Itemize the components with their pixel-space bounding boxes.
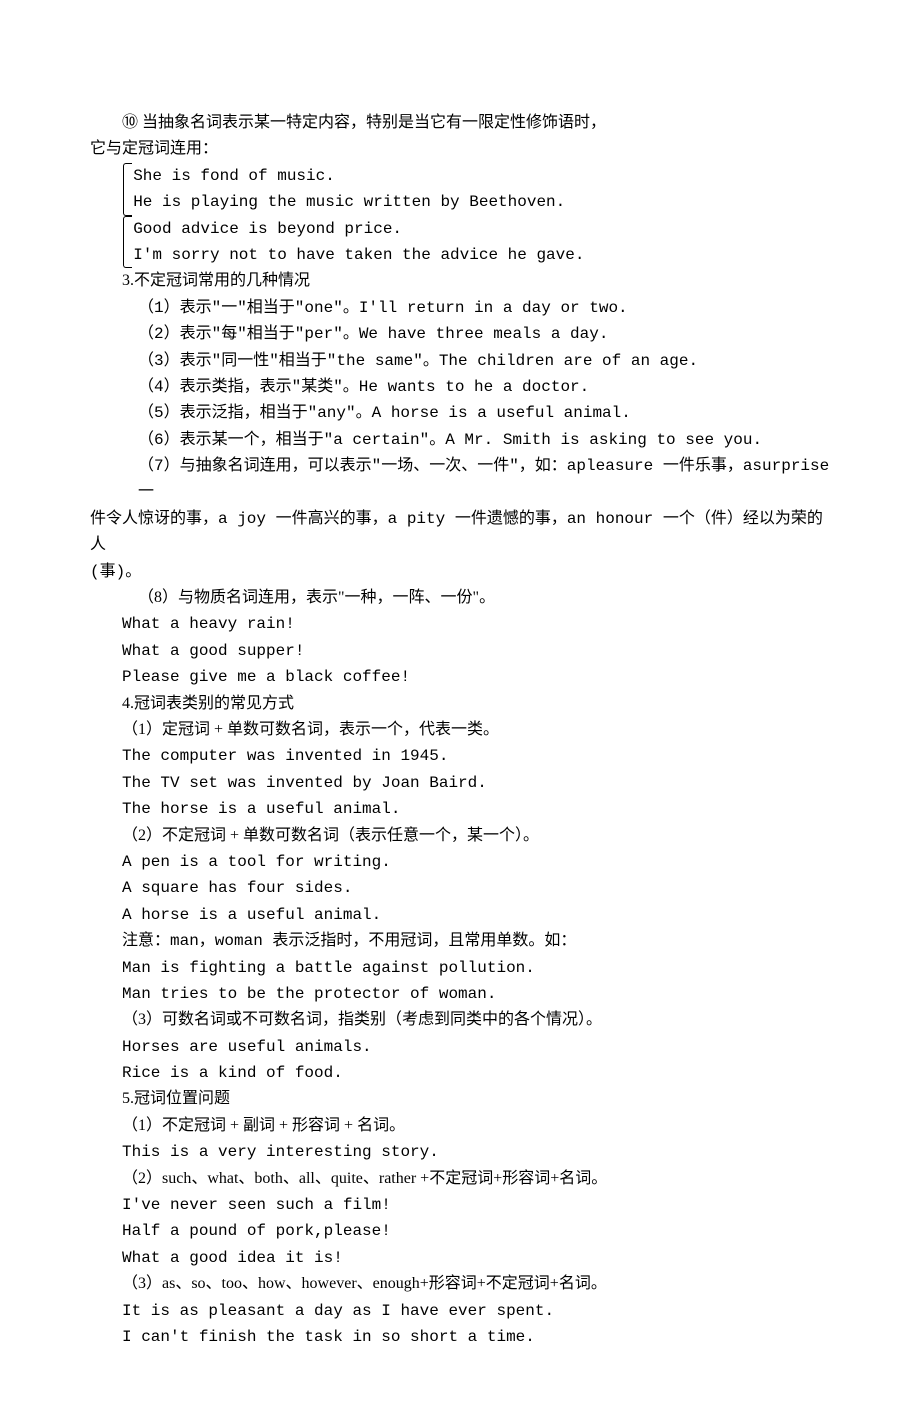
section-title: 5.冠词位置问题 xyxy=(90,1086,830,1112)
paragraph-text: ⑩ 当抽象名词表示某一特定内容，特别是当它有一限定性修饰语时， xyxy=(90,110,830,136)
example-line: What a heavy rain! xyxy=(90,611,830,637)
list-item: 件令人惊讶的事，a joy 一件高兴的事，a pity 一件遗憾的事，an ho… xyxy=(90,506,830,559)
example-line: The horse is a useful animal. xyxy=(90,796,830,822)
example-line: A pen is a tool for writing. xyxy=(90,849,830,875)
example-line: Good advice is beyond price. xyxy=(128,216,830,242)
list-item: （3）可数名词或不可数名词，指类别（考虑到同类中的各个情况）。 xyxy=(90,1007,830,1033)
example-line: The computer was invented in 1945. xyxy=(90,743,830,769)
example-line: He is playing the music written by Beeth… xyxy=(128,189,830,215)
example-line: A horse is a useful animal. xyxy=(90,902,830,928)
list-item: （2）表示"每"相当于"per"。We have three meals a d… xyxy=(90,321,830,347)
left-brace-icon xyxy=(123,163,132,216)
example-line: She is fond of music. xyxy=(128,163,830,189)
brace-group-2: Good advice is beyond price. I'm sorry n… xyxy=(128,216,830,269)
example-line: What a good supper! xyxy=(90,638,830,664)
list-item: （5）表示泛指，相当于"any"。A horse is a useful ani… xyxy=(90,400,830,426)
list-item: （2）such、what、both、all、quite、rather +不定冠词… xyxy=(90,1166,830,1192)
list-item: （1）不定冠词 + 副词 + 形容词 + 名词。 xyxy=(90,1113,830,1139)
list-item: （6）表示某一个，相当于"a certain"。A Mr. Smith is a… xyxy=(90,427,830,453)
paragraph-text: 它与定冠词连用： xyxy=(90,136,830,162)
section-title: 4.冠词表类别的常见方式 xyxy=(90,691,830,717)
example-line: This is a very interesting story. xyxy=(90,1139,830,1165)
list-item: （2）不定冠词 + 单数可数名词（表示任意一个，某一个）。 xyxy=(90,823,830,849)
example-line: Please give me a black coffee! xyxy=(90,664,830,690)
example-line: The TV set was invented by Joan Baird. xyxy=(90,770,830,796)
brace-group-1: She is fond of music. He is playing the … xyxy=(128,163,830,216)
example-line: Half a pound of pork,please! xyxy=(90,1218,830,1244)
list-item: （1）表示"一"相当于"one"。I'll return in a day or… xyxy=(90,295,830,321)
example-line: Man tries to be the protector of woman. xyxy=(90,981,830,1007)
list-item: （8）与物质名词连用，表示"一种，一阵、一份"。 xyxy=(90,585,830,611)
section-title: 3.不定冠词常用的几种情况 xyxy=(90,268,830,294)
example-line: I can't finish the task in so short a ti… xyxy=(90,1324,830,1350)
list-item: （3）as、so、too、how、however、enough+形容词+不定冠词… xyxy=(90,1271,830,1297)
example-line: A square has four sides. xyxy=(90,875,830,901)
example-line: Rice is a kind of food. xyxy=(90,1060,830,1086)
example-line: I've never seen such a film! xyxy=(90,1192,830,1218)
list-item: （4）表示类指，表示"某类"。He wants to he a doctor. xyxy=(90,374,830,400)
example-line: I'm sorry not to have taken the advice h… xyxy=(128,242,830,268)
example-line: Man is fighting a battle against polluti… xyxy=(90,955,830,981)
list-item: （3）表示"同一性"相当于"the same"。The children are… xyxy=(90,348,830,374)
list-item: （1）定冠词 + 单数可数名词，表示一个，代表一类。 xyxy=(90,717,830,743)
note-text: 注意：man，woman 表示泛指时，不用冠词，且常用单数。如： xyxy=(90,928,830,954)
list-item: (事)。 xyxy=(90,559,830,585)
list-item: （7）与抽象名词连用，可以表示"一场、一次、一件"，如：apleasure 一件… xyxy=(90,453,830,506)
example-line: Horses are useful animals. xyxy=(90,1034,830,1060)
left-brace-icon xyxy=(123,216,132,269)
example-line: What a good idea it is! xyxy=(90,1245,830,1271)
